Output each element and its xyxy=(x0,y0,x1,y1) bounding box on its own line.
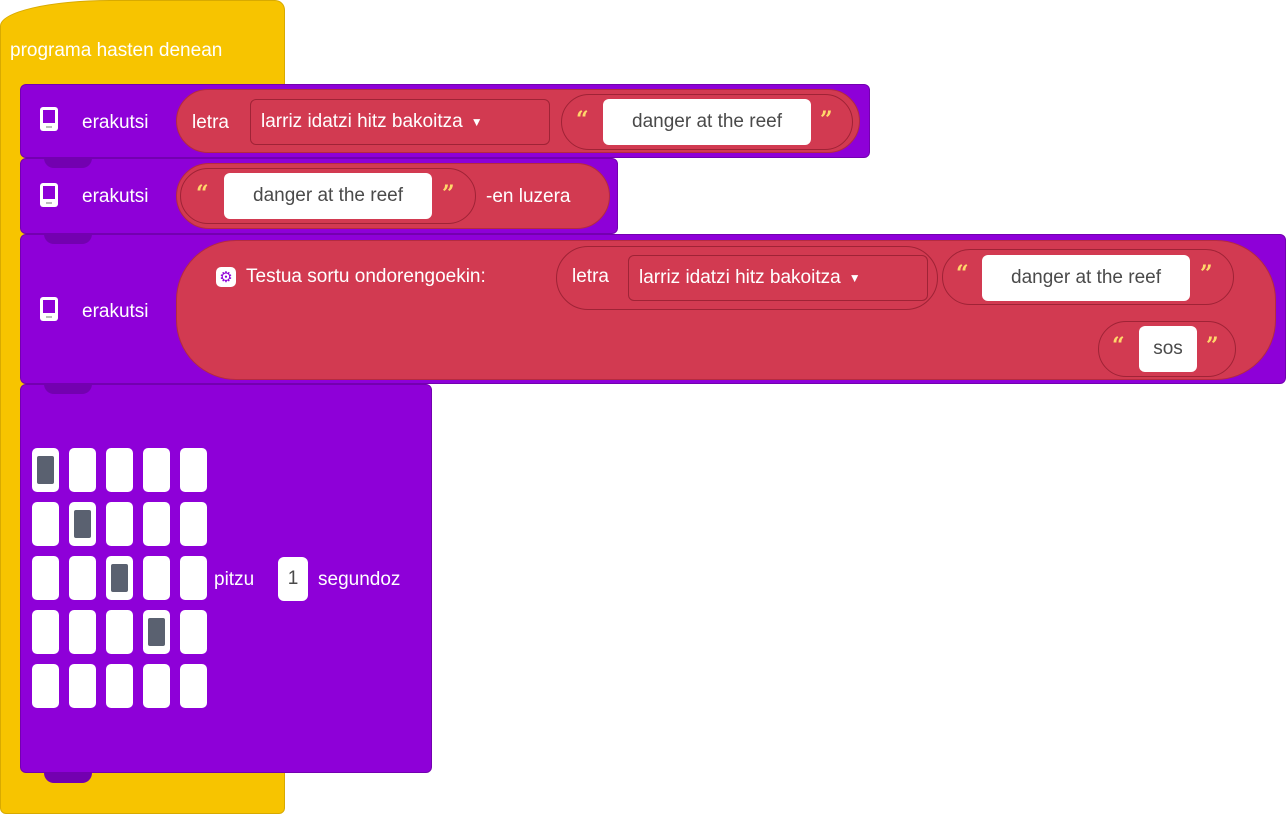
close-quote-icon: ” xyxy=(1200,261,1213,287)
block-notch xyxy=(44,384,92,394)
led-cell-off[interactable] xyxy=(32,556,59,600)
led-cell-off[interactable] xyxy=(180,556,207,600)
text-input[interactable]: danger at the reef xyxy=(224,173,432,219)
open-quote-icon: “ xyxy=(196,181,209,207)
led-cell-off[interactable] xyxy=(180,664,207,708)
microbit-icon xyxy=(40,107,58,131)
text-input[interactable]: sos xyxy=(1139,326,1197,372)
text-input[interactable]: danger at the reef xyxy=(982,255,1190,301)
led-cell-off[interactable] xyxy=(143,664,170,708)
text-input[interactable]: danger at the reef xyxy=(603,99,811,145)
open-quote-icon: “ xyxy=(956,261,969,287)
led-cell-off[interactable] xyxy=(32,610,59,654)
show-label: erakutsi xyxy=(82,112,149,133)
led-cell-off[interactable] xyxy=(32,664,59,708)
close-quote-icon: ” xyxy=(1206,333,1219,359)
led-cell-off[interactable] xyxy=(69,556,96,600)
letter-label: letra xyxy=(192,112,229,133)
led-cell-on[interactable] xyxy=(69,502,96,546)
led-cell-on[interactable] xyxy=(32,448,59,492)
led-cell-off[interactable] xyxy=(143,556,170,600)
led-grid xyxy=(32,448,208,712)
led-cell-on[interactable] xyxy=(143,610,170,654)
show-label: erakutsi xyxy=(82,186,149,207)
close-quote-icon: ” xyxy=(442,181,455,207)
block-notch xyxy=(44,234,92,244)
chevron-down-icon: ▼ xyxy=(848,271,861,285)
led-cell-off[interactable] xyxy=(106,448,133,492)
led-cell-on[interactable] xyxy=(106,556,133,600)
close-quote-icon: ” xyxy=(820,107,833,133)
hat-block-label: programa hasten denean xyxy=(10,40,223,61)
letter-label: letra xyxy=(572,266,609,287)
seconds-input[interactable]: 1 xyxy=(278,557,308,601)
length-label: -en luzera xyxy=(486,186,571,207)
led-cell-off[interactable] xyxy=(180,610,207,654)
led-cell-off[interactable] xyxy=(106,610,133,654)
block-notch xyxy=(44,158,92,168)
led-cell-off[interactable] xyxy=(106,502,133,546)
microbit-icon xyxy=(40,297,58,321)
led-light xyxy=(74,510,91,538)
gear-icon[interactable]: ⚙ xyxy=(216,267,236,287)
show-label: erakutsi xyxy=(82,301,149,322)
led-cell-off[interactable] xyxy=(180,448,207,492)
open-quote-icon: “ xyxy=(1112,333,1125,359)
led-cell-off[interactable] xyxy=(69,448,96,492)
led-cell-off[interactable] xyxy=(180,502,207,546)
chevron-down-icon: ▼ xyxy=(470,115,483,129)
led-light xyxy=(111,564,128,592)
led-cell-off[interactable] xyxy=(106,664,133,708)
light-label: pitzu xyxy=(214,569,255,590)
case-dropdown[interactable]: larriz idatzi hitz bakoitza ▼ xyxy=(250,99,550,145)
led-light xyxy=(148,618,165,646)
microbit-icon xyxy=(40,183,58,207)
case-dropdown-value: larriz idatzi hitz bakoitza xyxy=(261,111,463,132)
open-quote-icon: “ xyxy=(576,107,589,133)
seconds-label: segundoz xyxy=(318,569,401,590)
led-cell-off[interactable] xyxy=(69,664,96,708)
led-cell-off[interactable] xyxy=(143,502,170,546)
led-light xyxy=(37,456,54,484)
block-notch xyxy=(44,773,92,783)
led-cell-off[interactable] xyxy=(69,610,96,654)
led-cell-off[interactable] xyxy=(143,448,170,492)
case-dropdown[interactable]: larriz idatzi hitz bakoitza ▼ xyxy=(628,255,928,301)
case-dropdown-value: larriz idatzi hitz bakoitza xyxy=(639,267,841,288)
join-label: Testua sortu ondorengoekin: xyxy=(246,266,486,287)
led-cell-off[interactable] xyxy=(32,502,59,546)
